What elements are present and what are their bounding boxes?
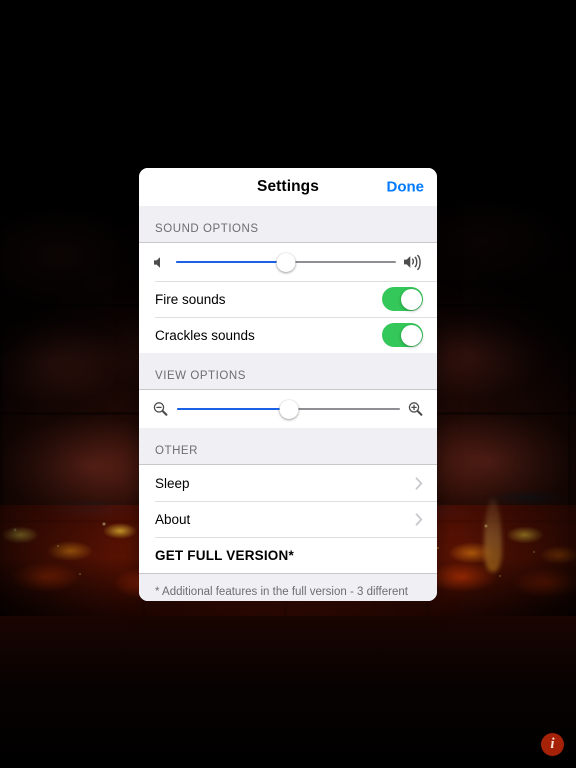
volume-slider-fill: [176, 261, 286, 263]
section-rows-other: Sleep About GET FULL VERSION*: [139, 464, 437, 573]
zoom-slider-knob[interactable]: [279, 399, 298, 419]
crackles-sounds-label: Crackles sounds: [155, 327, 255, 343]
volume-slider-knob[interactable]: [276, 252, 296, 272]
sleep-row[interactable]: Sleep: [139, 465, 437, 501]
fire-sounds-toggle[interactable]: [382, 287, 423, 311]
modal-header: Settings Done: [139, 168, 437, 206]
about-row[interactable]: About: [139, 501, 437, 537]
toggle-knob: [400, 324, 422, 346]
zoom-slider[interactable]: [177, 398, 400, 420]
volume-slider-row[interactable]: [139, 243, 437, 281]
speaker-mute-icon: [152, 255, 169, 270]
get-full-version-label: GET FULL VERSION*: [155, 547, 294, 563]
crackles-sounds-row[interactable]: Crackles sounds: [139, 317, 437, 353]
zoom-slider-fill: [177, 408, 289, 410]
full-version-footnote: * Additional features in the full versio…: [139, 573, 437, 601]
speaker-loud-icon: [403, 254, 425, 270]
about-label: About: [155, 511, 191, 527]
volume-slider[interactable]: [176, 251, 396, 273]
app-root: Settings Done SOUND OPTIONS Fire sounds …: [0, 0, 576, 768]
section-header-other: OTHER: [139, 428, 437, 464]
section-header-view-options: VIEW OPTIONS: [139, 353, 437, 389]
sleep-label: Sleep: [155, 475, 190, 491]
zoom-slider-row[interactable]: [139, 390, 437, 428]
info-button[interactable]: i: [541, 733, 564, 756]
magnifier-minus-icon: [152, 401, 170, 417]
hearth-floor: [0, 616, 576, 768]
section-header-sound-options: SOUND OPTIONS: [139, 206, 437, 242]
page-title: Settings: [257, 178, 319, 195]
magnifier-plus-icon: [407, 401, 425, 417]
fire-sounds-label: Fire sounds: [155, 291, 226, 307]
section-rows-view-options: [139, 389, 437, 428]
toggle-knob: [400, 288, 422, 310]
section-rows-sound-options: Fire sounds Crackles sounds: [139, 242, 437, 353]
info-icon: i: [550, 735, 555, 752]
chevron-right-icon: [415, 512, 423, 526]
done-button[interactable]: Done: [387, 179, 425, 196]
chevron-right-icon: [415, 476, 423, 490]
fire-sounds-row[interactable]: Fire sounds: [139, 281, 437, 317]
crackles-sounds-toggle[interactable]: [382, 323, 423, 347]
get-full-version-row[interactable]: GET FULL VERSION*: [139, 537, 437, 573]
settings-modal: Settings Done SOUND OPTIONS Fire sounds …: [139, 168, 437, 601]
